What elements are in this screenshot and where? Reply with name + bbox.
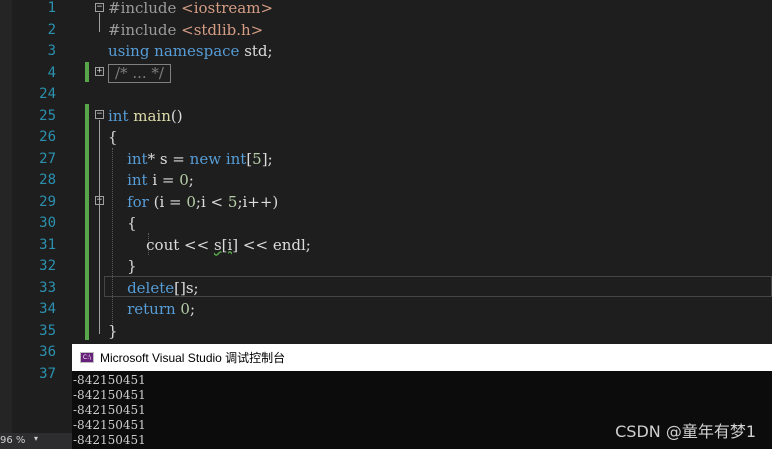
code-line[interactable]: int* s = new int[5]; [108,149,273,171]
code-token: std; [244,42,273,60]
code-token: { [108,214,137,232]
console-title: Microsoft Visual Studio 调试控制台 [100,351,286,365]
code-token: <stdlib.h> [181,20,264,39]
code-token: delete [127,278,175,297]
code-token: ;i < [195,192,228,211]
change-indicator [85,62,89,82]
code-token: 0 [179,171,189,189]
code-line[interactable]: int i = 0; [108,170,194,192]
code-line[interactable]: { [108,213,137,235]
code-token: (i = [153,192,187,211]
code-token: cout << [108,235,214,254]
code-token: int [127,149,148,168]
code-token: int [225,149,247,168]
code-line[interactable]: #include <iostream> [108,0,273,20]
line-number: 33 [39,279,56,296]
chevron-down-icon[interactable]: ▾ [34,434,38,443]
fold-toggle-main[interactable]: − [95,110,104,119]
code-line[interactable]: int main() [108,106,183,128]
fold-toggle-include[interactable]: − [95,3,104,12]
watermark: CSDN @童年有梦1 [615,422,756,441]
line-number: 36 [39,344,56,360]
code-token: []s; [174,278,199,297]
fold-toggle-collapsed[interactable]: + [95,67,104,76]
console-output-line: -842150451 [73,403,146,417]
line-number: 3 [47,43,56,59]
line-number: 35 [39,322,56,339]
code-token: } [108,257,137,275]
code-token: () [170,106,183,125]
code-token: i = [152,171,180,189]
code-token: <iostream> [181,0,274,17]
line-number: 1 [47,0,56,16]
code-token: } [108,321,118,340]
code-token: #include [108,0,182,17]
line-number: 28 [39,172,56,188]
console-output-line: -842150451 [73,388,146,402]
code-line[interactable]: using namespace std; [108,41,273,63]
left-margin [0,0,12,449]
code-line[interactable]: for (i = 0;i < 5;i++) [108,192,278,214]
code-line[interactable]: { [108,127,118,149]
line-number: 32 [39,258,56,274]
line-number: 27 [39,150,56,167]
line-number: 4 [47,64,56,81]
line-number: 24 [39,86,56,102]
zoom-level[interactable]: 96 % [0,435,25,446]
line-number: 34 [39,301,56,317]
code-line[interactable]: #include <stdlib.h> [108,20,263,42]
code-token: ;i++) [237,192,279,211]
fold-line [99,13,100,32]
code-token: 0 [180,300,190,318]
code-token: << endl; [238,235,311,254]
code-token: s[i] [213,235,239,254]
code-token: for [127,192,154,211]
code-line[interactable]: } [108,321,118,343]
change-indicator [85,104,89,340]
code-token: return [127,300,181,318]
console-app-icon: C:\ [80,352,94,363]
code-line[interactable]: /* ... */ [108,63,171,85]
line-number: 25 [39,107,56,124]
line-number: 29 [39,193,56,210]
line-number: 37 [39,365,56,382]
code-token: 0 [186,192,196,211]
fold-toggle-for[interactable]: − [95,196,104,205]
code-token: using namespace [108,42,245,60]
code-token: { [108,128,118,146]
line-number: 2 [47,21,56,38]
code-line[interactable]: } [108,256,137,278]
code-token: main [133,106,171,125]
line-number: 31 [39,236,56,253]
code-token: ]; [261,149,273,168]
code-token: ; [189,300,196,318]
code-token: 5 [252,149,262,168]
console-titlebar[interactable]: C:\ Microsoft Visual Studio 调试控制台 [72,344,772,371]
code-token: * s = [147,149,190,168]
line-number: 30 [39,215,56,231]
code-line[interactable]: cout << s[i] << endl; [108,235,311,257]
code-token: new [189,149,226,168]
console-output-line: -842150451 [73,373,146,387]
collapsed-region: /* ... */ [108,63,171,83]
code-token: int [108,106,134,125]
fold-line [99,120,100,334]
code-token: ; [188,171,194,189]
status-bar: 96 % ▾ [0,433,72,449]
code-token: int [127,171,153,189]
current-line-highlight [104,276,772,297]
code-line[interactable]: return 0; [108,299,195,321]
line-number: 26 [39,129,56,145]
code-line[interactable]: delete[]s; [108,278,199,300]
code-token: 5 [227,192,238,211]
code-token: #include [108,20,182,39]
